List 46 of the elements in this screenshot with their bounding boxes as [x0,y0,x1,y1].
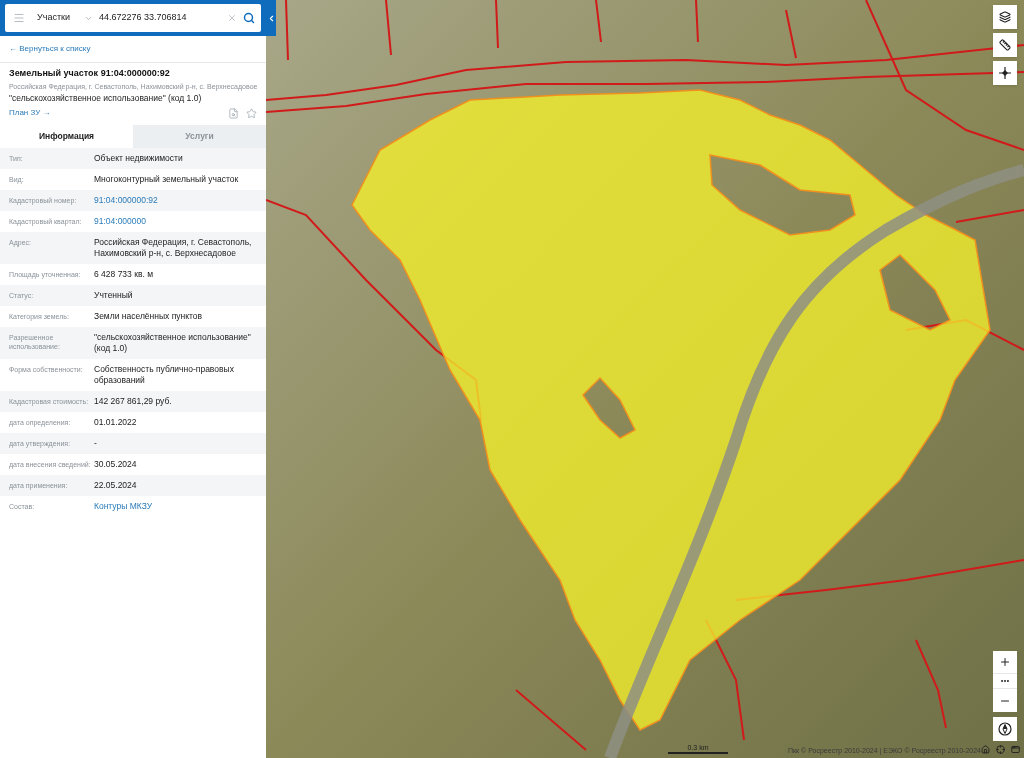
category-dropdown[interactable]: Участки [37,11,93,25]
tab[interactable]: Услуги [133,125,266,148]
property-value: "сельскохозяйственное использование" (код 1.0) [94,332,252,354]
property-value: 01.01.2022 [94,417,137,428]
clear-icon[interactable] [227,13,237,23]
star-icon[interactable] [246,107,257,119]
plus-icon [999,656,1011,668]
boundary-line [515,689,587,751]
property-value: 22.05.2024 [94,480,137,491]
coordinates-input[interactable]: 44.672276 33.706814 [99,11,227,25]
property-value: - [94,438,97,449]
property-link[interactable]: Контуры МКЗУ [94,501,153,512]
parcel-use: "сельскохозяйственное использование" (код 1.0) [9,93,203,104]
zoom-in-button[interactable] [993,651,1017,673]
property-value: 142 267 861,29 руб. [94,396,172,407]
property-value: Учтенный [94,290,133,301]
property-value: 30.05.2024 [94,459,137,470]
window-icon[interactable] [1011,745,1020,754]
plan-link[interactable]: План ЗУ → [9,107,51,119]
property-value: Земли населённых пунктов [94,311,203,322]
zoom-out-button[interactable] [993,689,1017,712]
property-value: Объект недвижимости [94,153,183,164]
property-link[interactable]: 91:04:000000 [94,216,146,227]
ruler-button[interactable] [993,33,1017,57]
property-value: Собственность публично-правовых образований [94,364,235,386]
property-value: Российская Федерация, г. Севастополь, Нахимовский р-н, с. Верхнесадовое [94,237,253,259]
parcel-title: Земельный участок 91:04:000000:92 [9,67,171,79]
locate-button[interactable] [993,61,1017,85]
property-value: Многоконтурный земельный участок [94,174,239,185]
document-search-icon[interactable] [228,107,239,119]
property-link[interactable]: 91:04:000000:92 [94,195,158,206]
ruler-icon [999,39,1011,51]
layers-icon [999,11,1011,23]
boundary-line [955,209,1024,223]
compass-icon [998,722,1012,736]
layers-button[interactable] [993,5,1017,29]
collapse-panel-button[interactable] [266,0,276,36]
compass-button[interactable] [993,717,1017,741]
property-value: 6 428 733 кв. м [94,269,153,280]
menu-icon[interactable] [13,12,25,24]
crosshair-icon [999,67,1011,79]
crosshair-icon[interactable] [996,745,1005,754]
search-icon[interactable] [243,12,255,24]
back-link[interactable]: ← Вернуться к списку [9,43,91,55]
home-icon[interactable] [981,745,990,754]
more-button[interactable] [993,673,1017,689]
